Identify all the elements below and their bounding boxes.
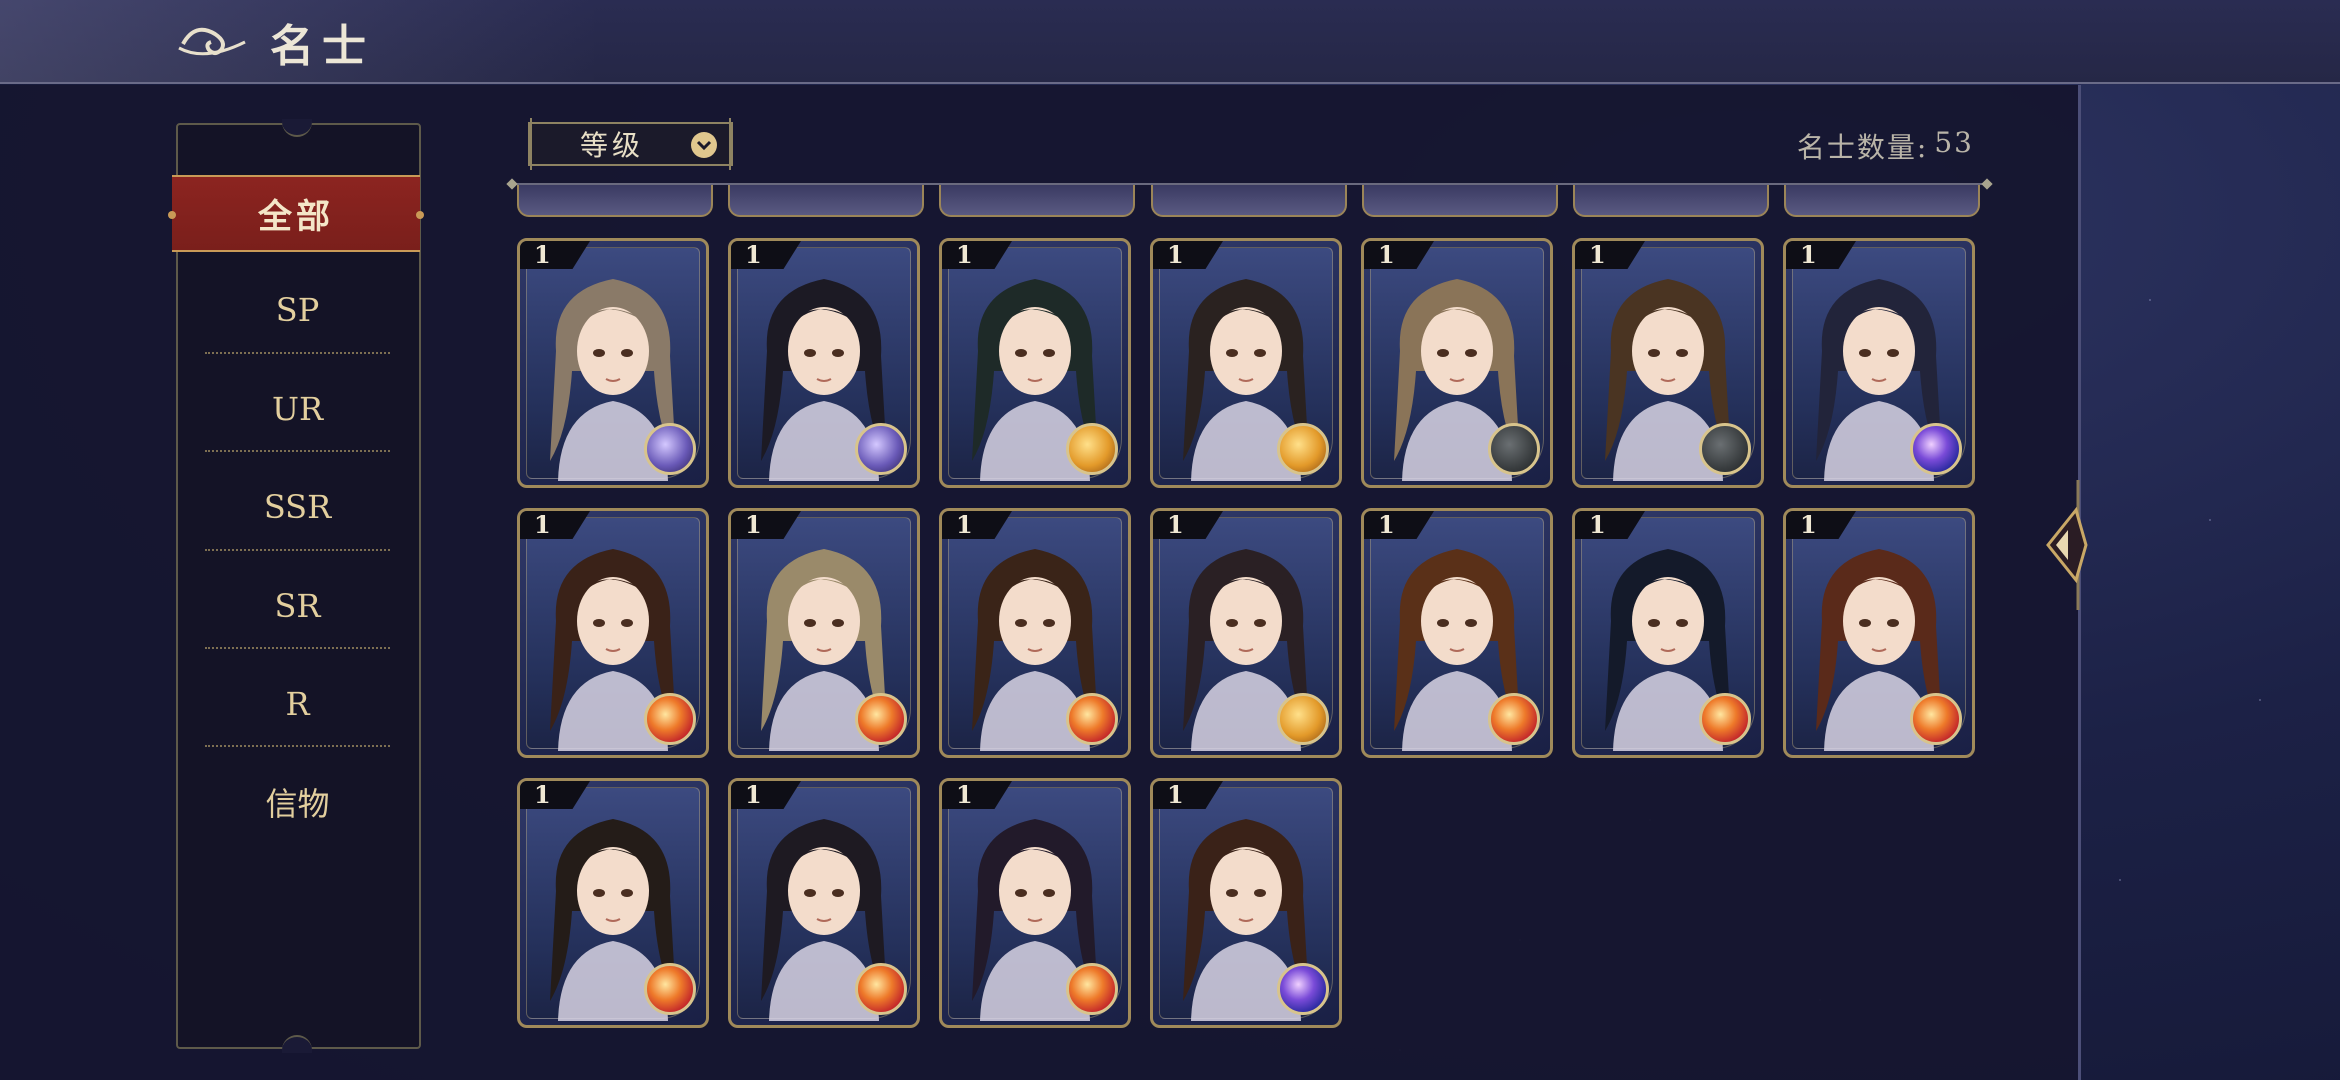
hero-card[interactable]: 1 xyxy=(728,238,920,488)
tab-ssr[interactable]: SSR xyxy=(205,458,390,556)
hero-card[interactable]: 1 xyxy=(1572,508,1764,758)
hero-card[interactable]: 1 xyxy=(517,508,709,758)
hero-card-partial[interactable] xyxy=(1151,185,1347,217)
tab-label: 信物 xyxy=(265,785,330,823)
faction-emblem-icon xyxy=(1910,693,1962,745)
hero-card-partial[interactable] xyxy=(728,185,924,217)
tab-divider xyxy=(205,549,390,551)
tab-dot xyxy=(416,211,424,219)
tab-token[interactable]: 信物 xyxy=(205,753,390,851)
hero-card[interactable]: 1 xyxy=(939,778,1131,1028)
header-bar: 名士 xyxy=(0,0,2340,84)
hero-count-label: 名士数量: xyxy=(1796,131,1929,164)
tab-divider xyxy=(205,647,390,649)
chevron-down-icon xyxy=(691,132,717,158)
tab-divider xyxy=(205,745,390,747)
tab-sr[interactable]: SR xyxy=(205,557,390,655)
faction-emblem-icon xyxy=(855,693,907,745)
hero-card-partial[interactable] xyxy=(1362,185,1558,217)
tab-ur[interactable]: UR xyxy=(205,360,390,458)
hero-card[interactable]: 1 xyxy=(939,508,1131,758)
tab-label: SSR xyxy=(263,488,332,526)
faction-emblem-icon xyxy=(1066,963,1118,1015)
hero-card-partial[interactable] xyxy=(939,185,1135,217)
cloud-swirl-icon xyxy=(178,27,246,56)
faction-emblem-icon xyxy=(1699,693,1751,745)
faction-emblem-icon xyxy=(1277,693,1329,745)
tab-all[interactable]: 全部 xyxy=(168,175,424,252)
faction-emblem-icon xyxy=(1910,423,1962,475)
tab-dot xyxy=(168,211,176,219)
tab-r[interactable]: R xyxy=(205,655,390,753)
sort-label: 等级 xyxy=(580,129,645,162)
tab-divider xyxy=(205,352,390,354)
hero-card[interactable]: 1 xyxy=(1361,508,1553,758)
hero-card[interactable]: 1 xyxy=(1150,508,1342,758)
page-title: 名士 xyxy=(270,21,374,72)
tab-label: SR xyxy=(274,587,321,625)
faction-emblem-icon xyxy=(644,693,696,745)
tab-label: 全部 xyxy=(258,197,334,237)
sidebar-notch xyxy=(282,119,312,137)
tab-label: UR xyxy=(271,390,324,428)
faction-emblem-icon xyxy=(1277,963,1329,1015)
hero-card[interactable]: 1 xyxy=(517,778,709,1028)
hero-card[interactable]: 1 xyxy=(728,508,920,758)
collapse-panel-button[interactable] xyxy=(2040,470,2090,620)
hero-card-partial[interactable] xyxy=(1784,185,1980,217)
hero-card[interactable]: 1 xyxy=(517,238,709,488)
faction-emblem-icon xyxy=(1699,423,1751,475)
faction-emblem-icon xyxy=(1277,423,1329,475)
hero-card-partial[interactable] xyxy=(1573,185,1769,217)
hero-card[interactable]: 1 xyxy=(1150,778,1342,1028)
faction-emblem-icon xyxy=(855,963,907,1015)
hero-card[interactable]: 1 xyxy=(1783,508,1975,758)
faction-emblem-icon xyxy=(1488,693,1540,745)
tab-divider xyxy=(205,450,390,452)
faction-emblem-icon xyxy=(1066,693,1118,745)
tab-label: SP xyxy=(275,291,320,329)
sort-dropdown[interactable]: 等级 xyxy=(528,118,733,170)
hero-card[interactable]: 1 xyxy=(1572,238,1764,488)
tab-label: R xyxy=(285,685,310,723)
faction-emblem-icon xyxy=(855,423,907,475)
hero-count: 名士数量: 53 xyxy=(1797,126,1974,166)
hero-card[interactable]: 1 xyxy=(728,778,920,1028)
faction-emblem-icon xyxy=(644,423,696,475)
hero-card[interactable]: 1 xyxy=(1150,238,1342,488)
hero-card[interactable]: 1 xyxy=(939,238,1131,488)
faction-emblem-icon xyxy=(1066,423,1118,475)
hero-count-value: 53 xyxy=(1934,126,1974,159)
hero-card[interactable]: 1 xyxy=(1783,238,1975,488)
hero-card-partial[interactable] xyxy=(517,185,713,217)
tab-sp[interactable]: SP xyxy=(205,261,390,359)
hero-card[interactable]: 1 xyxy=(1361,238,1553,488)
sidebar-notch xyxy=(282,1035,312,1053)
faction-emblem-icon xyxy=(1488,423,1540,475)
faction-emblem-icon xyxy=(644,963,696,1015)
